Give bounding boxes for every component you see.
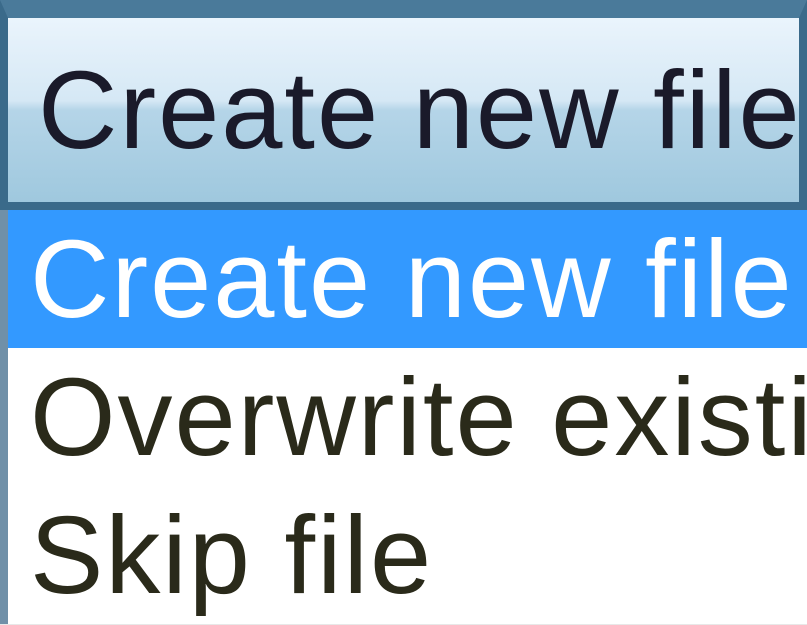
dropdown-option-label: Overwrite existing file: [30, 354, 807, 481]
dropdown-option-overwrite-existing[interactable]: Overwrite existing file: [8, 348, 807, 486]
dropdown-option-skip-file[interactable]: Skip file: [8, 486, 807, 624]
dropdown-option-label: Create new file: [30, 216, 794, 343]
dropdown-option-label: Skip file: [30, 492, 433, 619]
file-action-dropdown[interactable]: Create new file Create new file Overwrit…: [0, 0, 807, 624]
dropdown-selected-button[interactable]: Create new file: [0, 0, 807, 210]
dropdown-option-create-new-file[interactable]: Create new file: [8, 210, 807, 348]
dropdown-options-list: Create new file Overwrite existing file …: [0, 210, 807, 624]
dropdown-selected-label: Create new file: [38, 47, 802, 174]
